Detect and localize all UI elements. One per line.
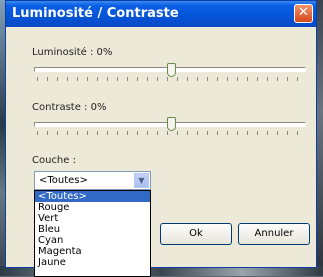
brightness-label: Luminosité : 0%: [32, 47, 113, 58]
brightness-slider-ticks: [37, 77, 305, 81]
layer-option[interactable]: Bleu: [35, 224, 150, 235]
layer-option[interactable]: Jaune: [35, 257, 150, 268]
layer-select[interactable]: <Toutes> ▼: [34, 171, 151, 190]
layer-option[interactable]: Rouge: [35, 202, 150, 213]
layer-option[interactable]: Cyan: [35, 235, 150, 246]
layer-option[interactable]: <Toutes>: [35, 191, 150, 202]
contrast-slider-ticks: [37, 131, 305, 135]
layer-dropdown-list: <Toutes> Rouge Vert Bleu Cyan Magenta Ja…: [34, 190, 151, 277]
close-button[interactable]: ✕: [294, 4, 313, 23]
cancel-button[interactable]: Annuler: [238, 223, 310, 245]
title-bar: Luminosité / Contraste ✕: [6, 1, 316, 27]
chevron-down-icon[interactable]: ▼: [134, 173, 149, 188]
layer-select-value: <Toutes>: [39, 175, 88, 186]
ok-button[interactable]: Ok: [160, 223, 232, 245]
contrast-label: Contraste : 0%: [32, 102, 107, 113]
dialog-title: Luminosité / Contraste: [12, 6, 179, 21]
brightness-slider-thumb[interactable]: [167, 63, 176, 77]
close-icon: ✕: [298, 5, 309, 20]
brightness-contrast-dialog: Luminosité / Contraste ✕ Luminosité : 0%…: [5, 0, 317, 277]
layer-option[interactable]: Magenta: [35, 246, 150, 257]
layer-option[interactable]: Vert: [35, 213, 150, 224]
contrast-slider-thumb[interactable]: [167, 117, 176, 131]
layer-label: Couche :: [32, 155, 76, 166]
